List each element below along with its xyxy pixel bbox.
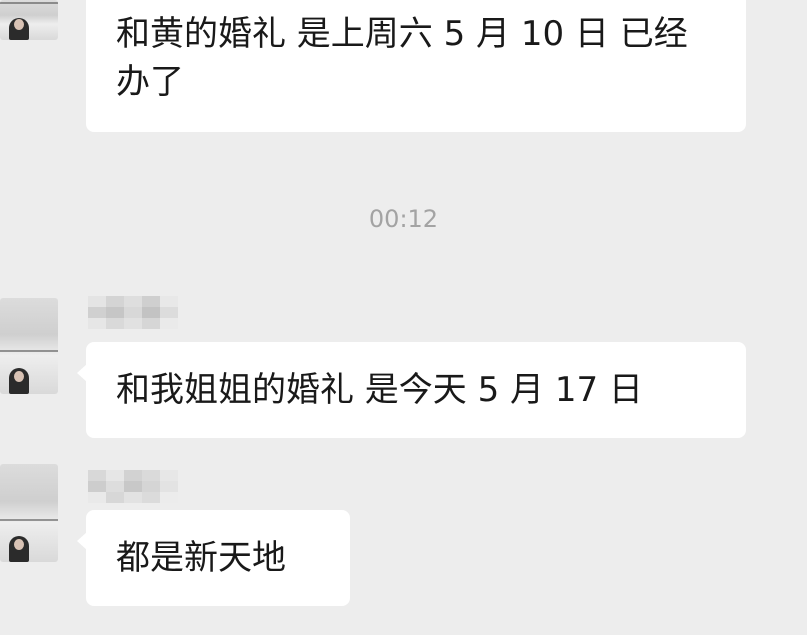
message-text: 和我姐姐的婚礼 是今天 5 月 17 日 <box>116 370 643 410</box>
sender-name-pixelated <box>88 470 178 503</box>
message-bubble[interactable]: 和黄的婚礼 是上周六 5 月 10 日 已经办了 <box>86 0 746 132</box>
message-bubble[interactable]: 和我姐姐的婚礼 是今天 5 月 17 日 <box>77 342 746 438</box>
sender-avatar[interactable] <box>0 0 58 40</box>
sender-avatar[interactable] <box>0 298 58 394</box>
message-text: 和黄的婚礼 是上周六 5 月 10 日 已经办了 <box>116 14 688 102</box>
sender-avatar[interactable] <box>0 464 58 562</box>
message-text: 都是新天地 <box>116 538 286 578</box>
sender-name-pixelated <box>88 296 178 329</box>
chat-timestamp: 00:12 <box>368 205 439 233</box>
message-bubble[interactable]: 都是新天地 <box>77 510 350 606</box>
